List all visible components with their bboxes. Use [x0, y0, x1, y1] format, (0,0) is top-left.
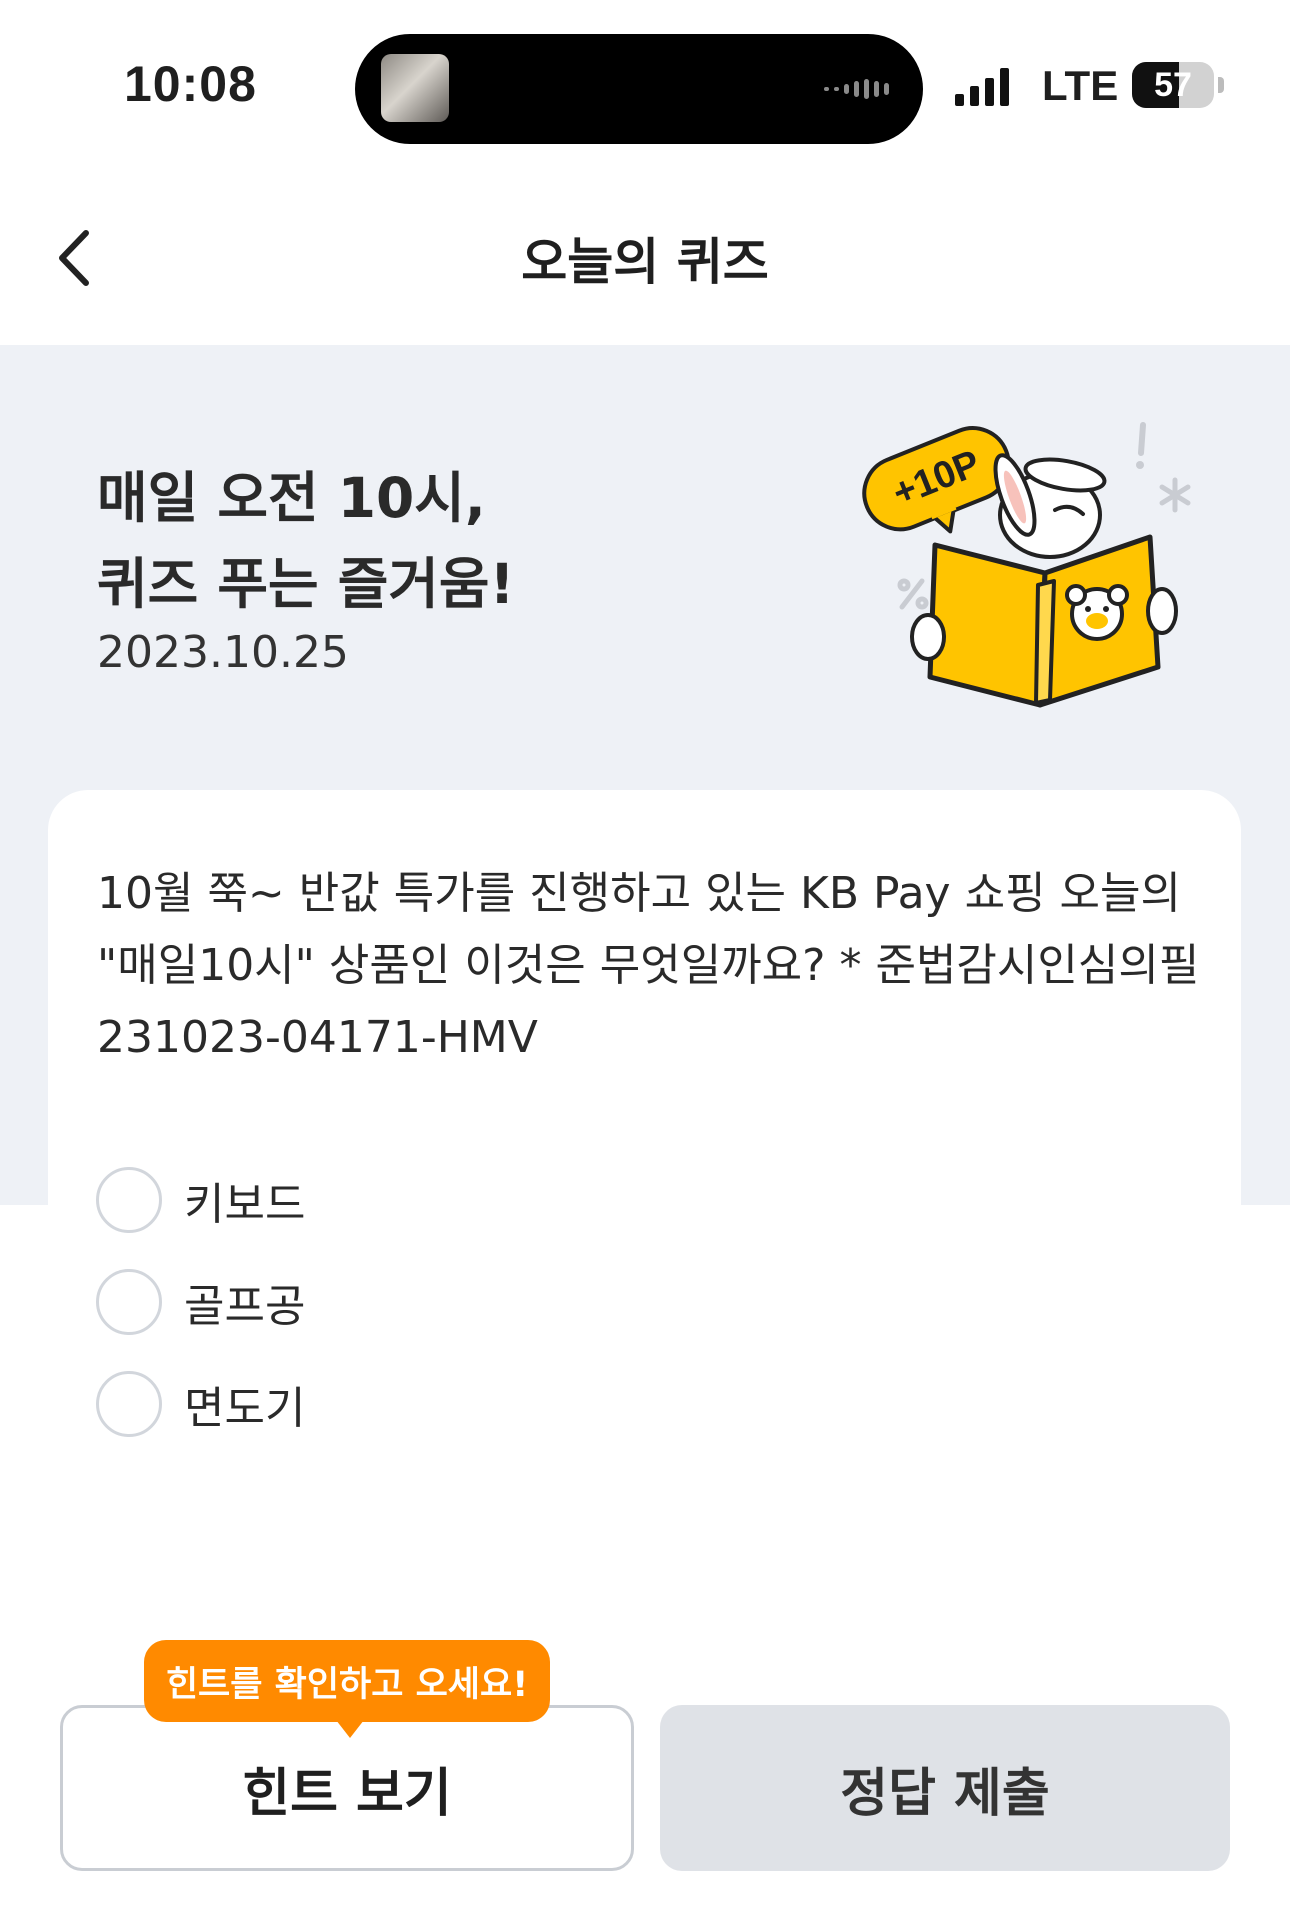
option-label: 면도기	[184, 1383, 306, 1434]
chevron-left-icon	[59, 230, 89, 286]
quiz-date: 2023.10.25	[97, 627, 349, 678]
back-button[interactable]	[48, 223, 108, 293]
status-bar: 10:08 LTE 57	[0, 0, 1290, 170]
radio-button[interactable]	[96, 1167, 162, 1233]
battery-icon: 57	[1132, 62, 1214, 108]
page-title: 오늘의 퀴즈	[521, 233, 769, 291]
status-time: 10:08	[124, 56, 257, 112]
radio-button[interactable]	[96, 1269, 162, 1335]
battery-cap	[1218, 77, 1224, 93]
option-label: 키보드	[184, 1179, 306, 1230]
radio-button[interactable]	[96, 1371, 162, 1437]
reading-bear-illustration: +10P	[862, 422, 1191, 708]
cellular-signal-icon	[955, 68, 1009, 106]
option-label: 골프공	[184, 1281, 306, 1332]
network-type: LTE	[1042, 62, 1119, 109]
option-2[interactable]: 골프공	[96, 1266, 305, 1338]
audio-waveform-icon	[824, 78, 889, 100]
hero-title: 매일 오전 10시, 퀴즈 푸는 즐거움!	[97, 466, 515, 616]
hint-tooltip: 힌트를 확인하고 오세요!	[144, 1640, 550, 1722]
option-1[interactable]: 키보드	[96, 1164, 305, 1236]
option-3[interactable]: 면도기	[96, 1368, 305, 1440]
now-playing-thumbnail	[381, 54, 449, 122]
tooltip-arrow	[336, 1720, 364, 1738]
quiz-question: 10월 쭉~ 반값 특가를 진행하고 있는 KB Pay 쇼핑 오늘의 "매일1…	[97, 868, 1200, 1063]
nav-bar: 오늘의 퀴즈	[0, 170, 1290, 345]
submit-answer-button[interactable]: 정답 제출	[660, 1705, 1230, 1871]
dynamic-island[interactable]	[355, 34, 923, 144]
battery-level: 57	[1154, 65, 1192, 104]
